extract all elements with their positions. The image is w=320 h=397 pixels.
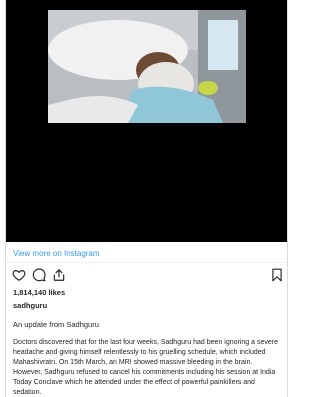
caption-body: Doctors discovered that for the last fou… [13, 339, 278, 396]
post-photo [48, 10, 246, 123]
caption-title: An update from Sadhguru [13, 320, 99, 329]
instagram-embed: View more on Instagram 1,814,140 likes s… [5, 0, 288, 397]
action-bar [12, 268, 284, 284]
hospital-bed-photo [48, 10, 246, 123]
heart-icon[interactable] [12, 268, 26, 282]
likes-count[interactable]: 1,814,140 likes [13, 288, 65, 297]
share-icon[interactable] [52, 268, 66, 282]
view-more-link[interactable]: View more on Instagram [13, 249, 100, 258]
post-media[interactable] [6, 0, 287, 242]
username[interactable]: sadhguru [13, 301, 47, 310]
bookmark-icon[interactable] [270, 268, 284, 282]
divider [6, 262, 287, 263]
comment-icon[interactable] [32, 268, 46, 282]
